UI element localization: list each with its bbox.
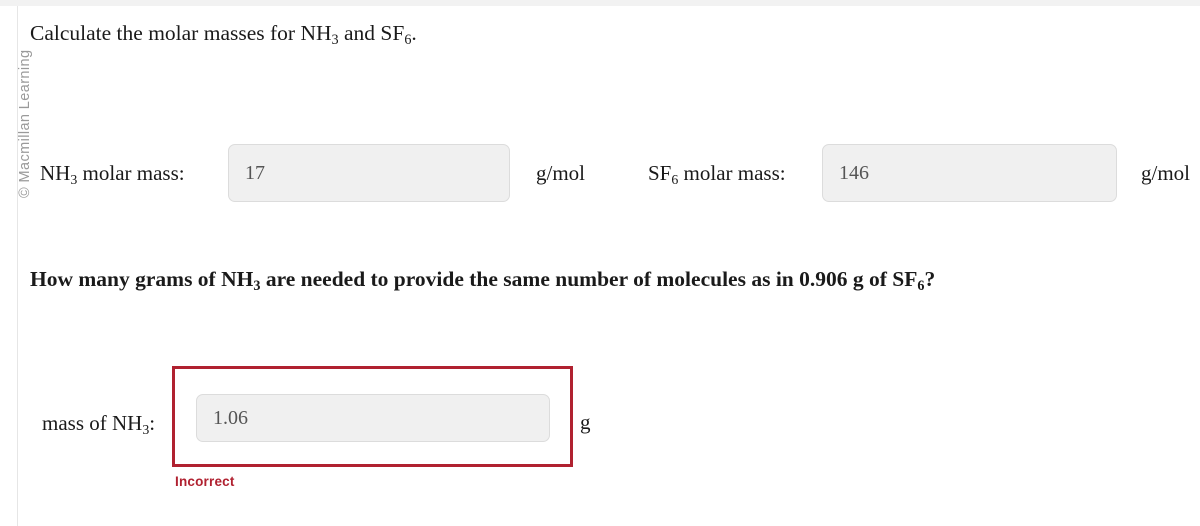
question-text-part-1: How many grams of (30, 267, 222, 291)
title-text-mid: and (338, 21, 381, 45)
question-text-part-3: ? (924, 267, 936, 291)
mass-label-pre: mass of (42, 411, 112, 435)
question-formula-nh3-base: NH (221, 267, 254, 291)
question-formula-sf6-subscript: 6 (917, 277, 925, 294)
mass-unit-label: g (580, 410, 591, 434)
title-formula-nh3-base: NH (300, 21, 332, 45)
nh3-label-text: molar mass: (77, 161, 185, 185)
title-text-lead: Calculate the molar masses for (30, 21, 301, 45)
incorrect-feedback-label: Incorrect (175, 474, 235, 489)
sf6-label-text: molar mass: (678, 161, 786, 185)
mass-of-nh3-label: mass of NH3: (42, 409, 155, 440)
title-formula-sf6: SF6 (380, 21, 412, 48)
question-statement: How many grams of NH3 are needed to prov… (30, 264, 935, 297)
question-formula-nh3-subscript: 3 (253, 277, 261, 294)
sf6-unit-label: g/mol (1141, 161, 1191, 185)
nh3-molar-mass-label: NH3 molar mass: (40, 159, 185, 190)
title-formula-nh3-subscript: 3 (331, 31, 339, 48)
mass-answer-row: mass of NH3: g Incorrect (0, 366, 1200, 496)
nh3-label-subscript: 3 (70, 171, 78, 187)
title-formula-sf6-base: SF (380, 21, 405, 45)
mass-of-nh3-input[interactable] (196, 394, 550, 442)
molar-mass-entry-row: NH3 molar mass: g/mol SF6 molar mass: g/… (0, 140, 1200, 206)
mass-label-subscript: 3 (142, 421, 150, 437)
title-formula-nh3: NH3 (300, 21, 339, 48)
nh3-molar-mass-input[interactable] (228, 144, 510, 202)
mass-label-base: NH (112, 411, 143, 435)
nh3-label-base: NH (40, 161, 71, 185)
mass-label-post: : (149, 411, 156, 435)
question-text-part-2: are needed to provide the same number of… (260, 267, 893, 291)
nh3-unit-label: g/mol (536, 161, 586, 185)
sf6-label-base: SF (648, 161, 672, 185)
page-title: Calculate the molar masses for NH3 and S… (30, 18, 417, 51)
title-text-end: . (411, 21, 417, 45)
top-edge-strip (0, 0, 1200, 6)
question-formula-sf6-base: SF (892, 267, 918, 291)
question-formula-nh3: NH3 (221, 267, 261, 294)
sf6-label-subscript: 6 (671, 171, 679, 187)
question-formula-sf6: SF6 (892, 267, 925, 294)
sf6-molar-mass-input[interactable] (822, 144, 1117, 202)
title-formula-sf6-subscript: 6 (404, 31, 412, 48)
sf6-molar-mass-label: SF6 molar mass: (648, 159, 786, 190)
